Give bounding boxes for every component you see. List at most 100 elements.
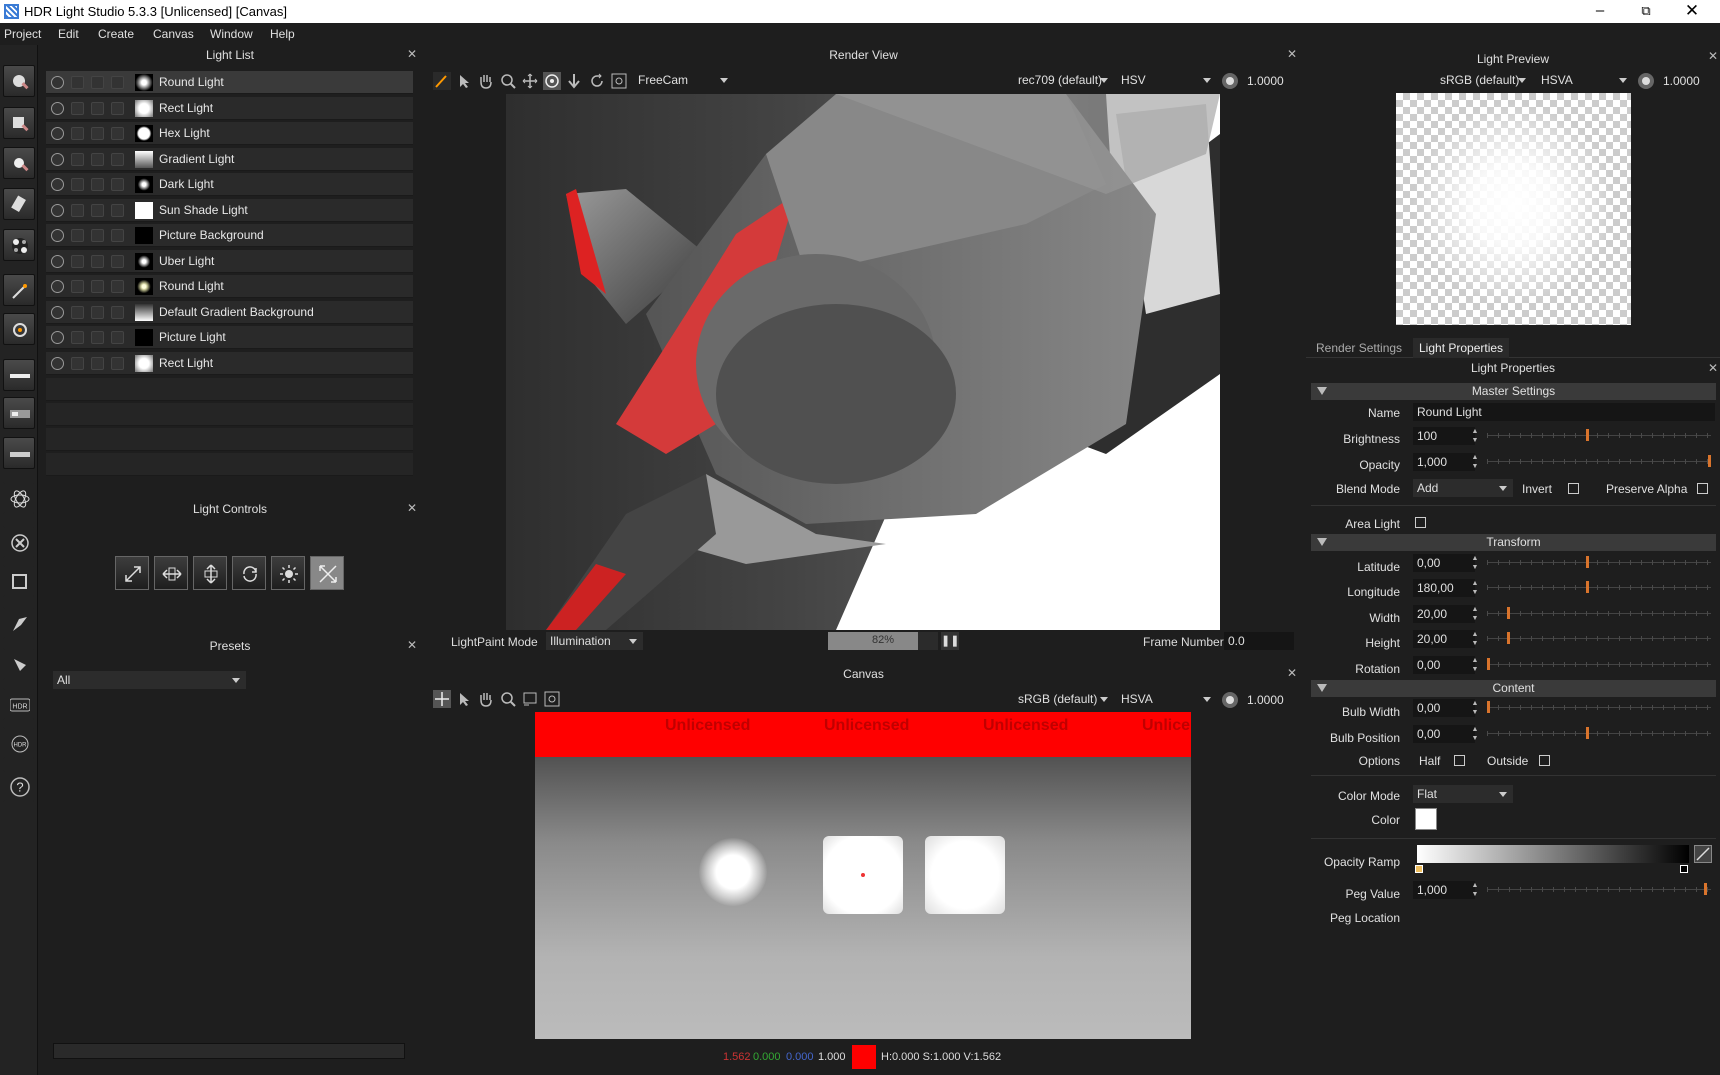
select-icon[interactable] <box>91 306 104 319</box>
frame-number-field[interactable]: 0.0 <box>1224 632 1294 650</box>
spinner-icon[interactable]: ▲ ▼ <box>1470 699 1480 717</box>
preview-colorspace-dropdown[interactable]: sRGB (default) <box>1436 71 1532 89</box>
light-settings-icon[interactable] <box>3 313 35 345</box>
menu-help[interactable]: Help <box>270 27 295 41</box>
dolly-icon[interactable] <box>565 72 583 90</box>
select-icon[interactable] <box>91 102 104 115</box>
visibility-icon[interactable] <box>51 76 64 89</box>
slider-handle[interactable] <box>1506 632 1510 644</box>
ramp-peg-end[interactable] <box>1680 865 1688 873</box>
reset-icon[interactable] <box>588 72 606 90</box>
round-light-blob[interactable] <box>699 838 767 906</box>
collapse-icon[interactable] <box>1317 387 1327 395</box>
brightness-slider[interactable] <box>1487 429 1711 441</box>
lightpaint-mode-dropdown[interactable]: Illumination <box>546 632 643 650</box>
lock-icon[interactable] <box>111 204 124 217</box>
height-field[interactable]: 20,00 <box>1413 630 1475 648</box>
visibility-icon[interactable] <box>51 357 64 370</box>
menu-edit[interactable]: Edit <box>58 27 79 41</box>
select-icon[interactable] <box>91 280 104 293</box>
light-list-item[interactable]: Hex Light <box>46 122 413 145</box>
region-icon[interactable] <box>521 690 539 708</box>
visibility-icon[interactable] <box>51 102 64 115</box>
latitude-slider[interactable] <box>1487 556 1711 568</box>
spinner-icon[interactable]: ▲ ▼ <box>1470 579 1480 597</box>
hdr-refresh-icon[interactable]: HDR <box>3 727 35 759</box>
move-icon[interactable] <box>433 690 451 708</box>
lock-icon[interactable] <box>111 306 124 319</box>
render-colormode-dropdown[interactable]: HSV <box>1117 71 1217 89</box>
atom-icon[interactable] <box>3 482 35 514</box>
brightness-control-icon[interactable] <box>271 556 305 590</box>
visibility-icon[interactable] <box>51 229 64 242</box>
rect-light-blob[interactable] <box>925 836 1005 914</box>
magic-wand-icon[interactable] <box>3 274 35 306</box>
canvas-exposure-field[interactable]: 1.0000 <box>1243 691 1293 709</box>
ramp-peg-start[interactable] <box>1415 865 1423 873</box>
slider-handle[interactable] <box>1506 607 1510 619</box>
canvas-colorspace-dropdown[interactable]: sRGB (default) <box>1014 690 1114 708</box>
menu-window[interactable]: Window <box>210 27 253 41</box>
opacity-ramp-gradient[interactable] <box>1417 845 1689 863</box>
fit-icon[interactable] <box>543 690 561 708</box>
peg-value-slider[interactable] <box>1487 883 1711 895</box>
fit-icon[interactable] <box>610 72 628 90</box>
transform-header[interactable]: Transform <box>1311 534 1716 551</box>
light-list-item[interactable]: Round Light <box>46 71 413 94</box>
opacity-slider[interactable] <box>1487 455 1711 467</box>
light-list-item[interactable]: Default Gradient Background <box>46 301 413 324</box>
select-icon[interactable] <box>91 127 104 140</box>
slider-handle[interactable] <box>1487 701 1490 713</box>
visibility-icon[interactable] <box>51 331 64 344</box>
lock-icon[interactable] <box>111 178 124 191</box>
preview-colormode-dropdown[interactable]: HSVA <box>1537 71 1633 89</box>
light-list-item[interactable]: Uber Light <box>46 250 413 273</box>
spinner-icon[interactable]: ▲ ▼ <box>1470 554 1480 572</box>
scale-control-icon[interactable] <box>115 556 149 590</box>
hdr-map-icon[interactable] <box>3 229 35 261</box>
solo-icon[interactable] <box>71 76 84 89</box>
exposure-icon[interactable] <box>1221 691 1239 709</box>
spinner-icon[interactable]: ▲ ▼ <box>1470 453 1480 471</box>
visibility-icon[interactable] <box>51 153 64 166</box>
hdr-icon[interactable]: HDR <box>3 688 35 720</box>
rotate-control-icon[interactable] <box>232 556 266 590</box>
visibility-icon[interactable] <box>51 204 64 217</box>
slider-handle[interactable] <box>1703 883 1707 895</box>
picture-strip-icon[interactable] <box>3 397 35 429</box>
visibility-icon[interactable] <box>51 178 64 191</box>
paint-tool-icon[interactable] <box>3 648 35 680</box>
pointer-icon[interactable] <box>455 72 473 90</box>
light-list-item[interactable]: Round Light <box>46 275 413 298</box>
spinner-icon[interactable]: ▲ ▼ <box>1470 725 1480 743</box>
light-list-item[interactable]: Rect Light <box>46 97 413 120</box>
menu-project[interactable]: Project <box>4 27 41 41</box>
lock-icon[interactable] <box>111 331 124 344</box>
close-icon[interactable]: ✕ <box>1287 47 1297 61</box>
orbit-icon[interactable] <box>543 72 561 90</box>
tab-light-properties[interactable]: Light Properties <box>1413 338 1510 358</box>
tab-render-settings[interactable]: Render Settings <box>1316 341 1402 355</box>
solo-icon[interactable] <box>71 204 84 217</box>
solo-icon[interactable] <box>71 102 84 115</box>
camera-dropdown[interactable]: FreeCam <box>634 71 734 89</box>
spinner-icon[interactable]: ▲ ▼ <box>1470 881 1480 899</box>
select-icon[interactable] <box>91 255 104 268</box>
content-header[interactable]: Content <box>1311 680 1716 697</box>
width-field[interactable]: 20,00 <box>1413 605 1475 623</box>
presets-filter-dropdown[interactable]: All <box>53 671 246 689</box>
pointer-icon[interactable] <box>455 690 473 708</box>
rotation-field[interactable]: 0,00 <box>1413 656 1475 674</box>
preserve-alpha-checkbox[interactable] <box>1697 483 1708 494</box>
solo-icon[interactable] <box>71 357 84 370</box>
peg-value-field[interactable]: 1,000 <box>1413 881 1475 899</box>
expand-control-icon[interactable] <box>310 556 344 590</box>
opacity-field[interactable]: 1,000 <box>1413 453 1475 471</box>
slider-handle[interactable] <box>1487 658 1490 670</box>
move-icon[interactable] <box>521 72 539 90</box>
canvas-colormode-dropdown[interactable]: HSVA <box>1117 690 1217 708</box>
width-slider[interactable] <box>1487 607 1711 619</box>
zoom-icon[interactable] <box>499 690 517 708</box>
height-control-icon[interactable] <box>193 556 227 590</box>
paint-brush-icon[interactable] <box>3 607 35 639</box>
